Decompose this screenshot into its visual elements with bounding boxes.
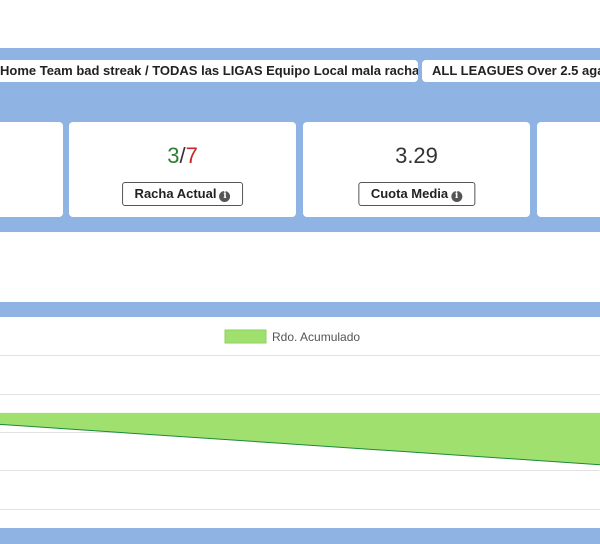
racha-actual-label: Racha Actual bbox=[134, 186, 217, 201]
legend-swatch-rdo-acumulado bbox=[224, 329, 267, 344]
stat-card-partial bbox=[0, 122, 63, 217]
info-icon[interactable]: i bbox=[219, 191, 231, 202]
cuota-media-label: Cuota Media bbox=[370, 186, 449, 201]
chart-legend[interactable]: Rdo. Acumulado bbox=[224, 329, 360, 344]
stat-card-partial-right bbox=[537, 122, 600, 217]
legend-label-rdo-acumulado: Rdo. Acumulado bbox=[272, 330, 360, 344]
info-icon[interactable]: i bbox=[451, 191, 463, 202]
streak-value: 3/7 bbox=[69, 143, 296, 169]
streak-losses: 7 bbox=[185, 143, 198, 168]
cumulative-result-chart: Rdo. Acumulado bbox=[0, 317, 600, 528]
cuota-media-button[interactable]: Cuota Media i bbox=[357, 182, 476, 206]
chart-series-layer bbox=[0, 412, 600, 466]
racha-actual-button[interactable]: Racha Actual i bbox=[121, 182, 244, 206]
tabs-bar-lower bbox=[0, 92, 600, 122]
stat-card-racha-actual: 3/7 Racha Actual i bbox=[69, 122, 296, 217]
tab-home-team-bad-streak[interactable]: Home Team bad streak / TODAS las LIGAS E… bbox=[0, 60, 418, 82]
streak-wins: 3 bbox=[167, 143, 180, 168]
area-rdo-acumulado bbox=[0, 412, 600, 465]
chart-header-bar bbox=[0, 302, 600, 317]
chart-svg: Rdo. Acumulado bbox=[0, 329, 600, 510]
stat-card-cuota-media: 3.29 Cuota Media i bbox=[303, 122, 530, 217]
chart-footer-bar bbox=[0, 528, 600, 544]
avg-odds-value: 3.29 bbox=[395, 143, 438, 168]
tab-all-leagues-over[interactable]: ALL LEAGUES Over 2.5 against bbox=[422, 60, 600, 82]
